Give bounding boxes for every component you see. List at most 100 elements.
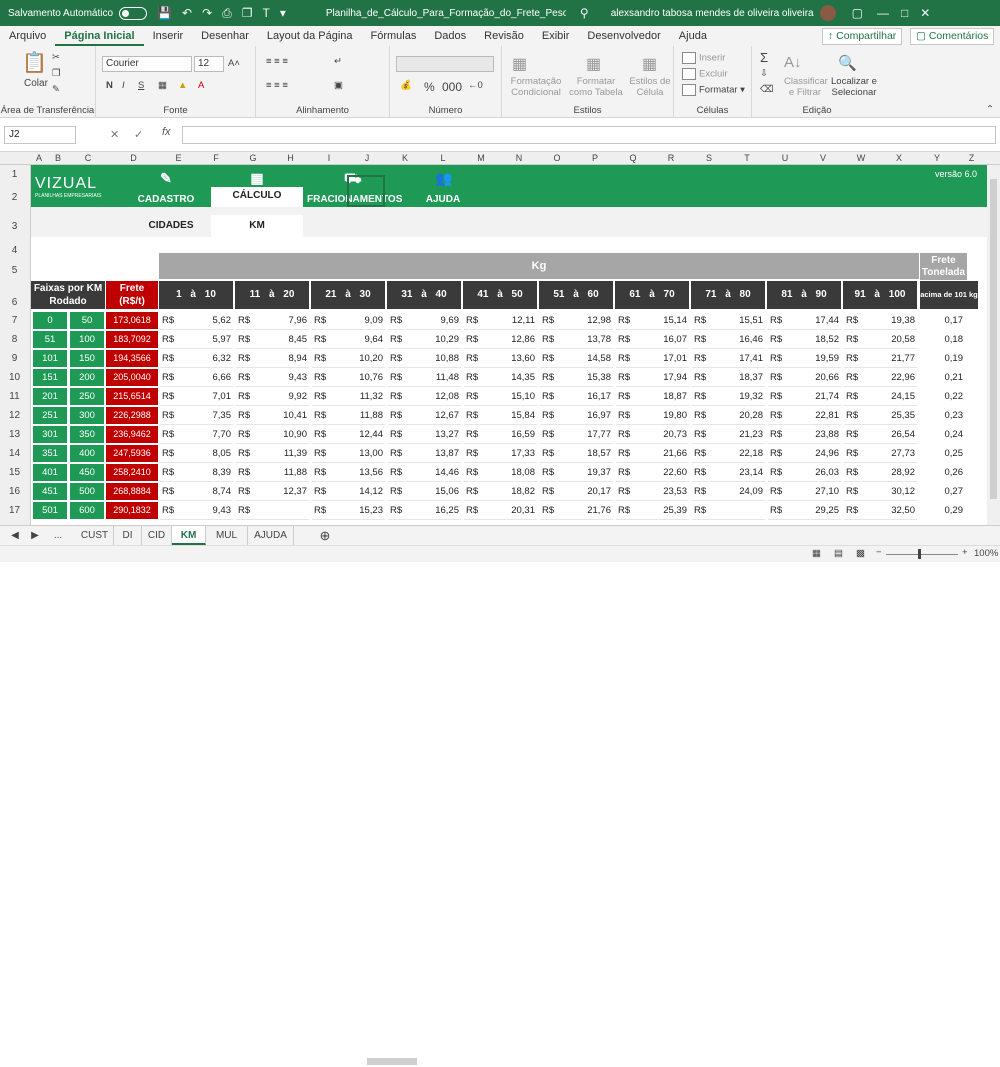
price-cell[interactable]: R$ 16,97 [540, 406, 613, 425]
column-header-b[interactable]: B [47, 153, 69, 163]
price-cell[interactable]: R$ 24,96 [768, 444, 841, 463]
clear-icon[interactable]: ⌫ [760, 84, 773, 95]
number-format-select[interactable] [396, 56, 494, 72]
km-to-cell[interactable]: 200 [70, 369, 104, 386]
tab-layout[interactable]: Layout da Página [258, 26, 362, 46]
sort-filter-icon[interactable]: A↓ [784, 54, 802, 71]
price-cell[interactable]: R$ 28,92 [844, 463, 917, 482]
price-cell[interactable]: R$ 20,17 [540, 482, 613, 501]
price-cell[interactable]: R$ 20,58 [844, 330, 917, 349]
km-to-cell[interactable]: 150 [70, 350, 104, 367]
km-from-cell[interactable]: 0 [33, 312, 67, 329]
column-header-d[interactable]: D [107, 153, 160, 163]
km-to-cell[interactable]: 500 [70, 483, 104, 500]
price-cell[interactable]: R$ 20,28 [692, 406, 765, 425]
km-from-cell[interactable]: 201 [33, 388, 67, 405]
price-cell[interactable]: R$ 18,52 [768, 330, 841, 349]
sheet-tab-di[interactable]: DI [114, 526, 142, 545]
format-cells-button[interactable]: Formatar ▾ [682, 84, 745, 96]
price-cell[interactable]: R$ [236, 501, 309, 520]
price-cell[interactable]: R$ 17,41 [692, 349, 765, 368]
enter-icon[interactable]: ✓ [134, 128, 143, 141]
price-cell[interactable]: R$ 30,12 [844, 482, 917, 501]
row-header-13[interactable]: 13 [0, 429, 29, 440]
more-icon[interactable]: ▾ [280, 6, 286, 20]
frete-cell[interactable]: 215,6514 [106, 388, 158, 405]
horizontal-scroll-thumb[interactable] [367, 1058, 417, 1065]
column-header-p[interactable]: P [576, 153, 614, 163]
column-header-o[interactable]: O [538, 153, 576, 163]
price-cell[interactable]: R$ 20,31 [464, 501, 537, 520]
close-icon[interactable]: ✕ [920, 6, 930, 20]
price-cell[interactable]: R$ 21,76 [540, 501, 613, 520]
km-from-cell[interactable]: 401 [33, 464, 67, 481]
price-cell[interactable]: R$ 16,07 [616, 330, 689, 349]
price-cell[interactable]: R$ 16,25 [388, 501, 461, 520]
km-to-cell[interactable]: 450 [70, 464, 104, 481]
price-cell[interactable]: R$ 16,17 [540, 387, 613, 406]
row-header-12[interactable]: 12 [0, 410, 29, 421]
decimal-icon[interactable]: ←0 [468, 80, 483, 91]
grow-font-icon[interactable]: A˄ [228, 58, 240, 69]
ton-cell[interactable]: 0,29 [920, 501, 967, 520]
km-to-cell[interactable]: 300 [70, 407, 104, 424]
row-header-7[interactable]: 7 [0, 315, 29, 326]
cut-icon[interactable]: ✂ [52, 52, 60, 63]
price-cell[interactable]: R$ 21,77 [844, 349, 917, 368]
price-cell[interactable]: R$ 22,18 [692, 444, 765, 463]
frete-cell[interactable]: 173,0618 [106, 312, 158, 329]
km-to-cell[interactable]: 250 [70, 388, 104, 405]
sheet-tab-cust[interactable]: CUST [76, 526, 114, 545]
price-cell[interactable]: R$ 9,09 [312, 311, 385, 330]
km-from-cell[interactable]: 501 [33, 502, 67, 519]
column-header-x[interactable]: X [880, 153, 918, 163]
ton-cell[interactable]: 0,19 [920, 349, 967, 368]
sheet-tab-km[interactable]: KM [172, 526, 206, 545]
price-cell[interactable]: R$ 9,43 [236, 368, 309, 387]
price-cell[interactable]: R$ 11,39 [236, 444, 309, 463]
km-from-cell[interactable]: 251 [33, 407, 67, 424]
search-icon[interactable]: ⚲ [580, 6, 589, 20]
price-cell[interactable]: R$ 12,67 [388, 406, 461, 425]
price-cell[interactable]: R$ 22,96 [844, 368, 917, 387]
cancel-icon[interactable]: ✕ [110, 128, 119, 141]
row-header-6[interactable]: 6 [0, 297, 29, 308]
sheet-tab-mul[interactable]: MUL [206, 526, 248, 545]
price-cell[interactable]: R$ 10,20 [312, 349, 385, 368]
vertical-scroll-thumb[interactable] [990, 179, 997, 499]
price-cell[interactable]: R$ 11,88 [236, 463, 309, 482]
frete-cell[interactable]: 183,7092 [106, 331, 158, 348]
ton-cell[interactable]: 0,24 [920, 425, 967, 444]
price-cell[interactable]: R$ 22,60 [616, 463, 689, 482]
price-cell[interactable]: R$ 18,08 [464, 463, 537, 482]
price-cell[interactable]: R$ 24,15 [844, 387, 917, 406]
price-cell[interactable]: R$ 25,35 [844, 406, 917, 425]
frete-cell[interactable]: 236,9462 [106, 426, 158, 443]
row-header-14[interactable]: 14 [0, 448, 29, 459]
ton-cell[interactable]: 0,17 [920, 311, 967, 330]
nav-ajuda[interactable]: 👥 AJUDA [416, 165, 470, 207]
price-cell[interactable]: R$ 15,84 [464, 406, 537, 425]
price-cell[interactable]: R$ 11,32 [312, 387, 385, 406]
price-cell[interactable]: R$ 10,90 [236, 425, 309, 444]
price-cell[interactable]: R$ 18,82 [464, 482, 537, 501]
add-sheet-icon[interactable]: ⊕ [316, 526, 334, 545]
price-cell[interactable]: R$ 9,92 [236, 387, 309, 406]
fill-icon[interactable]: ⇩ [760, 68, 768, 79]
conditional-format-icon[interactable]: ▦ [512, 54, 527, 74]
cell-styles-icon[interactable]: ▦ [642, 54, 657, 74]
km-from-cell[interactable]: 101 [33, 350, 67, 367]
price-cell[interactable]: R$ 15,14 [616, 311, 689, 330]
km-to-cell[interactable]: 100 [70, 331, 104, 348]
km-from-cell[interactable]: 51 [33, 331, 67, 348]
km-to-cell[interactable]: 50 [70, 312, 104, 329]
row-header-9[interactable]: 9 [0, 353, 29, 364]
column-header-g[interactable]: G [235, 153, 271, 163]
price-cell[interactable]: R$ 23,53 [616, 482, 689, 501]
price-cell[interactable]: R$ 21,74 [768, 387, 841, 406]
row-header-17[interactable]: 17 [0, 505, 29, 516]
collapse-ribbon-icon[interactable]: ⌃ [986, 104, 994, 115]
price-cell[interactable]: R$ 12,86 [464, 330, 537, 349]
row-header-1[interactable]: 1 [0, 169, 29, 180]
row-header-8[interactable]: 8 [0, 334, 29, 345]
